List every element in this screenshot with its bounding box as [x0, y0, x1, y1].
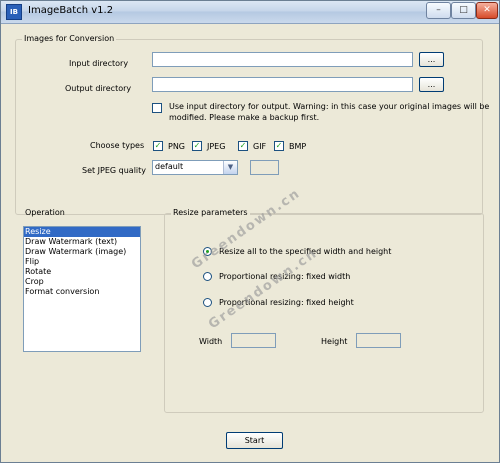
- operation-list[interactable]: Resize Draw Watermark (text) Draw Waterm…: [23, 226, 141, 352]
- width-label: Width: [199, 337, 223, 346]
- jpeg-quality-value: default: [155, 162, 184, 171]
- chevron-down-icon[interactable]: ▼: [223, 161, 237, 174]
- png-label: PNG: [168, 142, 186, 151]
- jpeg-quality-label: Set JPEG quality: [82, 166, 147, 175]
- operation-item-draw-watermark-text[interactable]: Draw Watermark (text): [24, 237, 140, 247]
- bmp-label: BMP: [289, 142, 307, 151]
- png-checkbox[interactable]: ✓: [153, 141, 163, 151]
- images-group-legend: Images for Conversion: [22, 34, 117, 43]
- close-button[interactable]: ✕: [476, 2, 498, 19]
- use-input-directory-line2: modified. Please make a backup first.: [169, 113, 320, 122]
- jpeg-checkbox[interactable]: ✓: [192, 141, 202, 151]
- gif-label: GIF: [253, 142, 267, 151]
- output-directory-field[interactable]: [152, 77, 413, 92]
- jpeg-label: JPEG: [207, 142, 226, 151]
- output-directory-browse-button[interactable]: ...: [419, 77, 444, 92]
- start-button[interactable]: Start: [226, 432, 283, 449]
- window-title: ImageBatch v1.2: [28, 5, 114, 16]
- resize-parameters-legend: Resize parameters: [171, 208, 250, 217]
- app-icon: IB: [6, 4, 22, 20]
- use-input-directory-line1: Use input directory for output. Warning:…: [169, 102, 490, 111]
- operation-item-rotate[interactable]: Rotate: [24, 267, 140, 277]
- images-for-conversion-group: Images for Conversion Input directory ..…: [15, 34, 489, 215]
- width-field: [231, 333, 276, 348]
- maximize-button[interactable]: □: [451, 2, 476, 19]
- operation-item-resize[interactable]: Resize: [24, 227, 140, 237]
- choose-types-label: Choose types: [90, 141, 145, 150]
- jpeg-quality-select[interactable]: default ▼: [152, 160, 238, 175]
- proportional-height-radio[interactable]: [203, 298, 212, 307]
- operation-item-format-conversion[interactable]: Format conversion: [24, 287, 140, 297]
- operation-item-crop[interactable]: Crop: [24, 277, 140, 287]
- app-window: IB ImageBatch v1.2 – □ ✕ Images for Conv…: [0, 0, 500, 463]
- input-directory-browse-button[interactable]: ...: [419, 52, 444, 67]
- height-label: Height: [321, 337, 348, 346]
- title-bar[interactable]: IB ImageBatch v1.2 – □ ✕: [1, 1, 499, 24]
- use-input-directory-checkbox[interactable]: [152, 103, 162, 113]
- proportional-width-radio[interactable]: [203, 272, 212, 281]
- operation-item-draw-watermark-image[interactable]: Draw Watermark (image): [24, 247, 140, 257]
- operation-item-flip[interactable]: Flip: [24, 257, 140, 267]
- output-directory-label: Output directory: [65, 84, 132, 93]
- jpeg-quality-value-field: [250, 160, 279, 175]
- client-area: Images for Conversion Input directory ..…: [6, 25, 494, 459]
- operation-label: Operation: [25, 208, 65, 217]
- input-directory-label: Input directory: [69, 59, 129, 68]
- minimize-button[interactable]: –: [426, 2, 451, 19]
- gif-checkbox[interactable]: ✓: [238, 141, 248, 151]
- height-field: [356, 333, 401, 348]
- input-directory-field[interactable]: [152, 52, 413, 67]
- bmp-checkbox[interactable]: ✓: [274, 141, 284, 151]
